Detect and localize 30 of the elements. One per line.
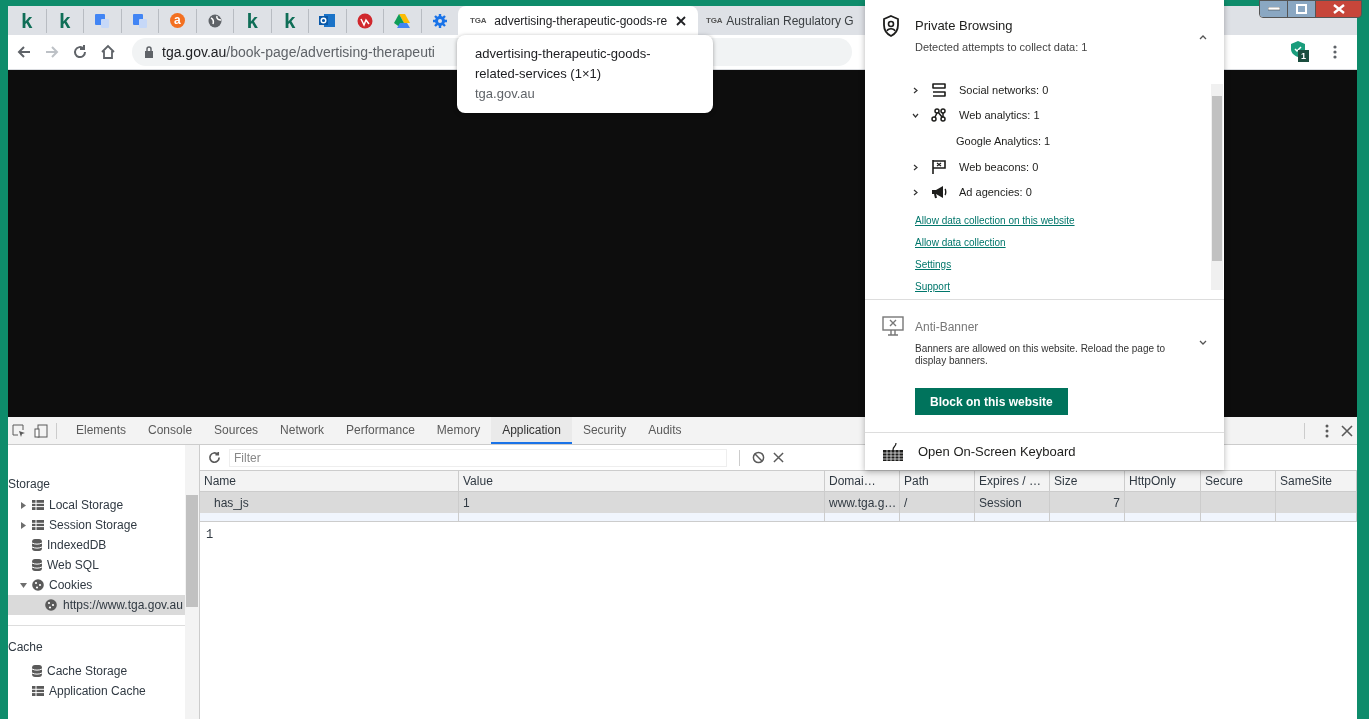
pinned-tab-icon: k [21,10,33,31]
tracker-label: Google Analytics: 1 [956,133,1051,149]
table-cell-text: / [904,494,908,512]
pinned-tab-icon: k [59,10,71,31]
section-subtitle: Detected attempts to collect data: 1 [915,40,1089,55]
pinned-tab-icon: a [169,13,185,28]
section-heading: Storage [8,476,52,493]
section-title: Private Browsing [915,17,1014,35]
favicon-text: TGA [706,14,723,27]
url-text: tga.gov.au/book-page/advertising-therapeuti [162,42,435,62]
tooltip-title: advertising-therapeutic-goods-related-services (1×1) [475,45,652,83]
count-badge: 1 [1298,50,1309,62]
tooltip-domain: tga.gov.au [475,85,536,103]
table-cell-text: 7 [1113,494,1120,512]
cookie-value-preview: 1 [205,527,215,544]
tab-title: Australian Regulatory G [726,12,854,30]
table-cell-text: has_js [214,494,249,512]
pinned-tab-icon: k [246,10,258,31]
section-title: Anti-Banner [915,319,980,336]
category-label: Social networks: 0 [959,82,1049,98]
table-cell-text: www.tga.g… [829,494,897,512]
tab-title: advertising-therapeutic-goods-re [494,12,668,30]
category-label: Web beacons: 0 [959,159,1039,175]
favicon-text: TGA [470,14,487,27]
table-cell-text: 1 [463,494,470,512]
table-cell-text: Session [979,494,1022,512]
category-label: Web analytics: 1 [959,107,1040,123]
section-description: Banners are allowed on this website. Reload the page to display banners. [915,343,1167,367]
category-label: Ad agencies: 0 [959,184,1032,200]
pinned-tab-icon: k [284,10,296,31]
